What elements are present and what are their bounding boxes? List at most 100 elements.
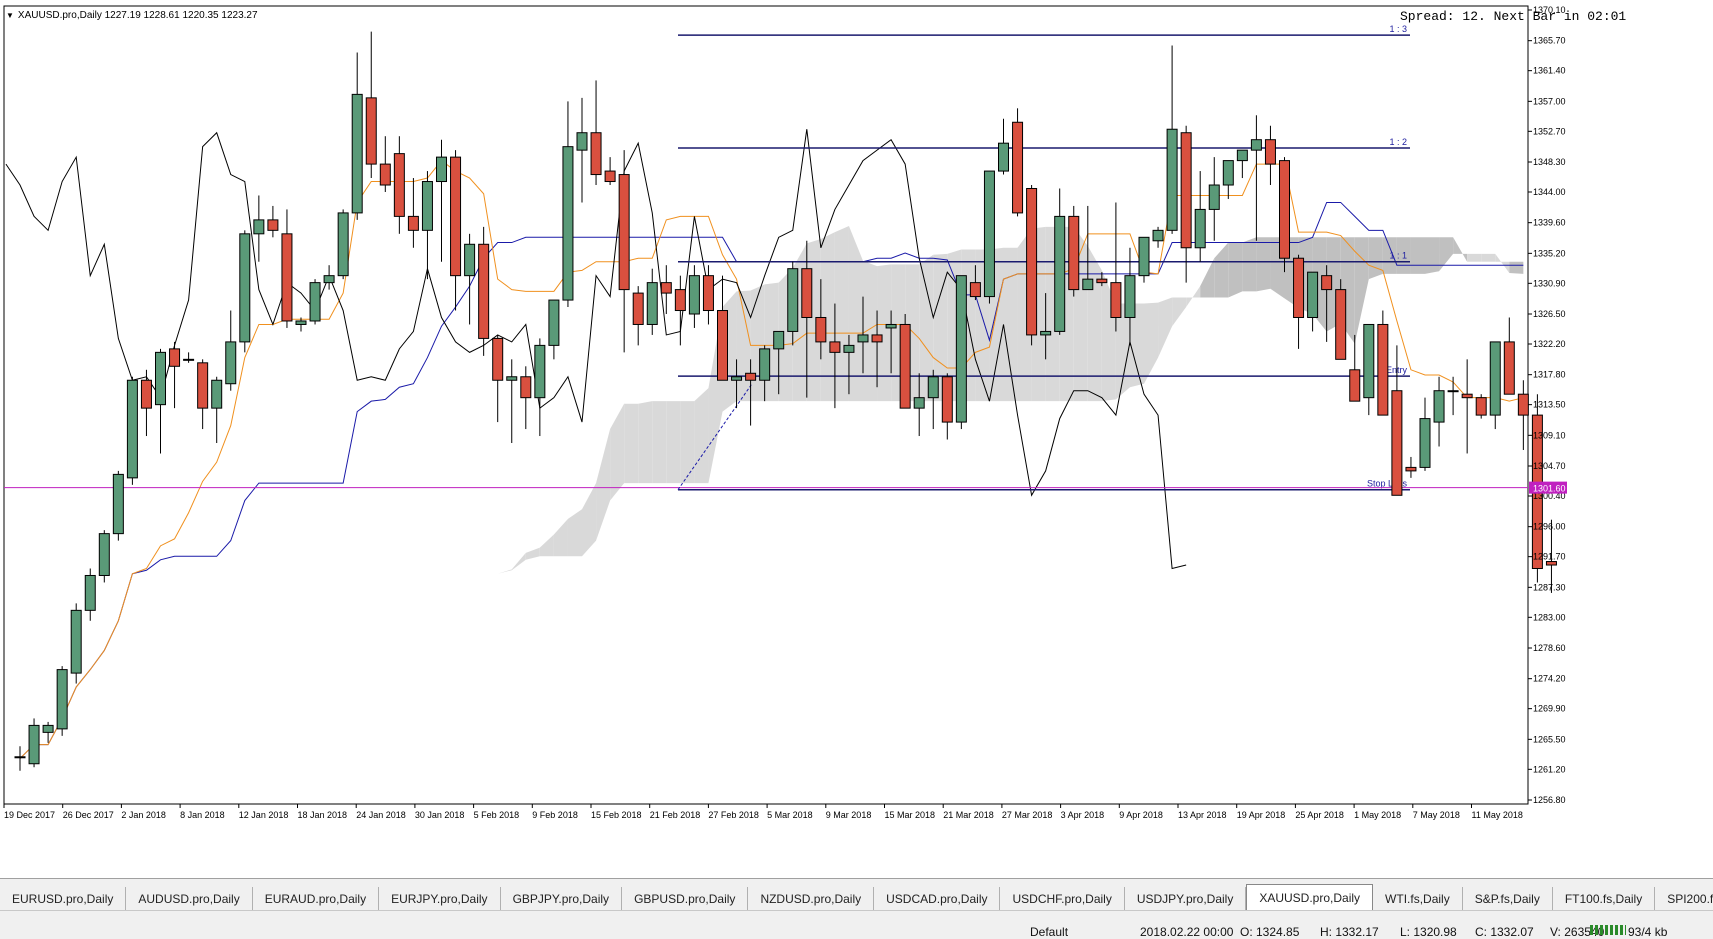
tab-s-p-fs-daily[interactable]: S&P.fs,Daily [1463, 887, 1553, 911]
candle-body[interactable] [1489, 341, 1501, 416]
candle-body[interactable] [1124, 275, 1136, 318]
candle-body[interactable] [1054, 215, 1066, 332]
candle-body[interactable] [1447, 390, 1459, 393]
candle-body[interactable] [492, 337, 504, 381]
candle-body[interactable] [295, 320, 307, 325]
candle-body[interactable] [562, 146, 574, 301]
candle-body[interactable] [590, 132, 602, 176]
candle-body[interactable] [169, 348, 181, 367]
candle-body[interactable] [674, 289, 686, 312]
candle-body[interactable] [899, 323, 911, 409]
tab-wti-fs-daily[interactable]: WTI.fs,Daily [1373, 887, 1463, 911]
candle-body[interactable] [225, 341, 237, 385]
candle-body[interactable] [478, 243, 490, 339]
candle-body[interactable] [211, 379, 223, 409]
candle-body[interactable] [801, 268, 813, 318]
candle-body[interactable] [1138, 236, 1150, 277]
candle-body[interactable] [815, 316, 827, 343]
tab-usdjpy-pro-daily[interactable]: USDJPY.pro,Daily [1125, 887, 1247, 911]
candle-body[interactable] [1180, 132, 1192, 249]
tab-nzdusd-pro-daily[interactable]: NZDUSD.pro,Daily [748, 887, 875, 911]
candle-body[interactable] [1208, 184, 1220, 210]
candle-body[interactable] [1545, 561, 1557, 566]
candle-body[interactable] [1068, 215, 1080, 291]
candle-body[interactable] [1475, 397, 1487, 416]
tab-ft100-fs-daily[interactable]: FT100.fs,Daily [1553, 887, 1656, 911]
candle-body[interactable] [1152, 229, 1164, 242]
price-chart[interactable]: 1 : 31 : 21 : 1EntryStop Loss1370.101365… [0, 0, 1713, 878]
candle-body[interactable] [267, 219, 279, 231]
candle-body[interactable] [56, 669, 68, 730]
tab-spi200-fs-daily[interactable]: SPI200.fs,Daily [1655, 887, 1713, 911]
candle-body[interactable] [239, 233, 251, 343]
candle-body[interactable] [969, 282, 981, 298]
candle-body[interactable] [197, 362, 209, 409]
tab-usdcad-pro-daily[interactable]: USDCAD.pro,Daily [874, 887, 1001, 911]
candle-body[interactable] [393, 153, 405, 217]
tab-euraud-pro-daily[interactable]: EURAUD.pro,Daily [253, 887, 380, 911]
candle-body[interactable] [1405, 466, 1417, 472]
tab-audusd-pro-daily[interactable]: AUDUSD.pro,Daily [126, 887, 253, 911]
candle-body[interactable] [506, 376, 518, 381]
candle-body[interactable] [829, 341, 841, 353]
candle-body[interactable] [1349, 369, 1361, 402]
status-profile[interactable]: Default [1030, 925, 1068, 939]
candle-body[interactable] [98, 533, 110, 576]
candle-body[interactable] [520, 376, 532, 399]
candle-body[interactable] [14, 756, 26, 759]
candle-body[interactable] [745, 372, 757, 381]
candle-body[interactable] [1279, 160, 1290, 259]
candle-body[interactable] [84, 574, 96, 611]
candle-body[interactable] [941, 376, 953, 423]
candle-body[interactable] [717, 310, 728, 381]
candle-body[interactable] [688, 275, 700, 315]
candle-body[interactable] [632, 292, 644, 325]
candle-body[interactable] [407, 215, 419, 231]
candle-body[interactable] [548, 299, 560, 346]
candle-body[interactable] [365, 97, 377, 165]
candle-body[interactable] [1363, 323, 1375, 399]
candle-body[interactable] [913, 397, 925, 409]
candle-body[interactable] [787, 268, 799, 332]
candle-body[interactable] [998, 142, 1009, 172]
candle-body[interactable] [773, 330, 785, 350]
candle-body[interactable] [534, 344, 546, 399]
candle-body[interactable] [1110, 282, 1122, 318]
tab-usdchf-pro-daily[interactable]: USDCHF.pro,Daily [1000, 887, 1125, 911]
candle-body[interactable] [1377, 323, 1389, 416]
candle-body[interactable] [253, 219, 265, 235]
candle-body[interactable] [70, 609, 82, 674]
candle-body[interactable] [1096, 278, 1108, 284]
candle-body[interactable] [1321, 275, 1333, 291]
chart-window[interactable]: 1 : 31 : 21 : 1EntryStop Loss1370.101365… [0, 0, 1713, 878]
candle-body[interactable] [1335, 289, 1347, 360]
candle-body[interactable] [576, 132, 588, 151]
candle-body[interactable] [1461, 393, 1473, 399]
candle-body[interactable] [646, 282, 658, 325]
candle-body[interactable] [323, 275, 335, 284]
candle-body[interactable] [183, 358, 195, 361]
candle-body[interactable] [618, 174, 630, 291]
candle-body[interactable] [450, 156, 462, 277]
candle-body[interactable] [1264, 139, 1276, 165]
candle-body[interactable] [140, 379, 152, 409]
candle-body[interactable] [857, 334, 869, 343]
candle-body[interactable] [1293, 257, 1305, 318]
candle-body[interactable] [436, 156, 447, 183]
candle-body[interactable] [28, 724, 40, 765]
candle-body[interactable] [759, 348, 771, 381]
candle-body[interactable] [351, 93, 363, 214]
candle-body[interactable] [1026, 187, 1038, 336]
candle-body[interactable] [1222, 160, 1234, 186]
candle-body[interactable] [1082, 278, 1094, 291]
candle-body[interactable] [1419, 418, 1431, 468]
tab-gbpusd-pro-daily[interactable]: GBPUSD.pro,Daily [622, 887, 749, 911]
candle-body[interactable] [379, 163, 391, 186]
candle-body[interactable] [309, 282, 321, 322]
candle-body[interactable] [112, 473, 124, 535]
candle-body[interactable] [1307, 271, 1319, 318]
candle-body[interactable] [155, 351, 166, 406]
candle-body[interactable] [1391, 390, 1403, 496]
candle-body[interactable] [1012, 121, 1024, 214]
candle-body[interactable] [1040, 330, 1052, 336]
